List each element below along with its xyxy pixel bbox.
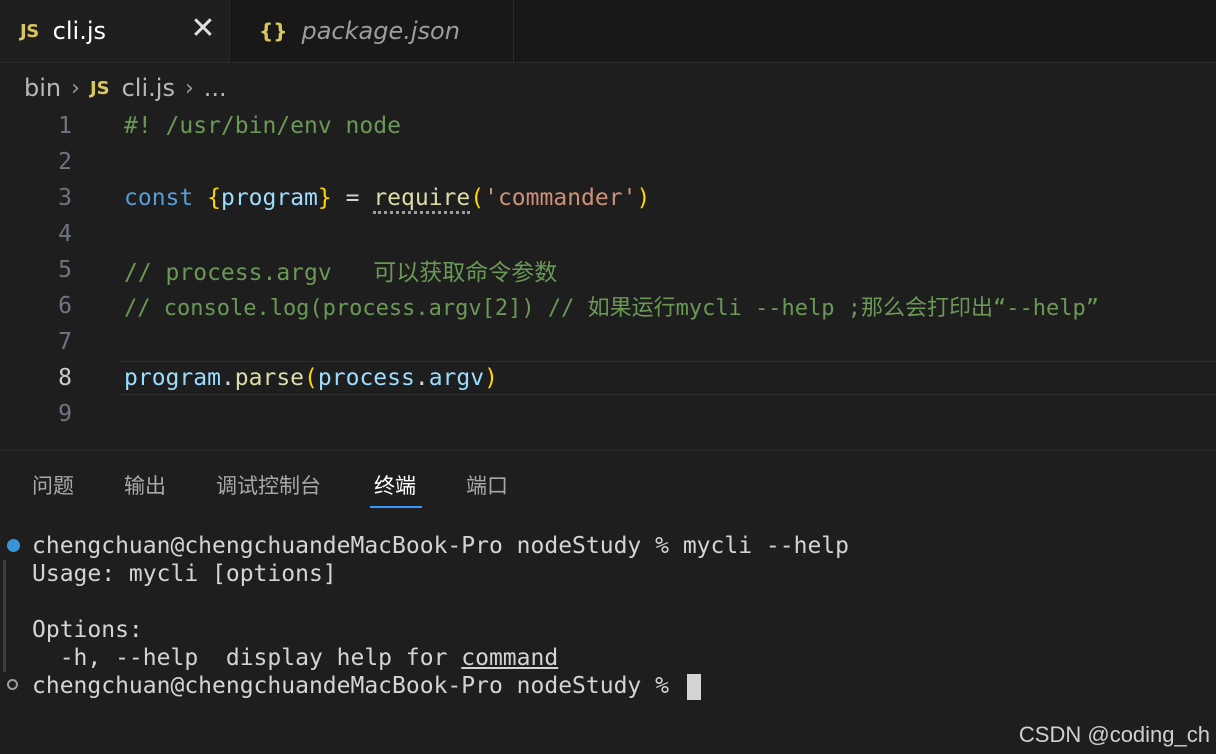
tab-terminal[interactable]: 终端 xyxy=(374,462,416,508)
brace: { xyxy=(207,185,221,211)
terminal-text: -h, --help display help for xyxy=(32,645,462,671)
line-number: 7 xyxy=(58,329,72,355)
tab-output[interactable]: 输出 xyxy=(124,462,166,508)
line-number: 6 xyxy=(58,293,72,319)
line-number: 3 xyxy=(58,185,72,211)
javascript-file-icon: JS xyxy=(20,20,39,42)
code-editor[interactable]: 1 #! /usr/bin/env node 2 3 const {progra… xyxy=(0,108,1216,448)
line-number: 8 xyxy=(58,365,72,391)
variable-program: program xyxy=(124,365,221,391)
active-tab-indicator xyxy=(370,506,422,508)
panel-divider[interactable] xyxy=(0,450,1216,451)
chevron-right-icon: › xyxy=(184,75,194,101)
line-number: 5 xyxy=(58,257,72,283)
terminal-cursor xyxy=(686,673,701,700)
keyword-const: const xyxy=(124,185,194,211)
chevron-right-icon: › xyxy=(71,75,80,101)
javascript-file-icon: JS xyxy=(89,77,110,99)
panel-tab-bar: 问题 输出 调试控制台 终端 端口 xyxy=(0,462,1216,512)
breadcrumb-file[interactable]: cli.js xyxy=(122,74,175,102)
variable-program: program xyxy=(220,185,318,211)
line-number: 4 xyxy=(58,221,72,247)
command-success-icon[interactable] xyxy=(7,539,20,552)
command-output-gutter xyxy=(3,560,6,672)
code-line: 9 xyxy=(0,396,1216,432)
close-icon[interactable]: ✕ xyxy=(188,14,218,46)
tab-label: package.json xyxy=(301,17,460,45)
terminal-prompt: chengchuan@chengchuandeMacBook-Pro nodeS… xyxy=(32,673,683,699)
editor-tab-bar: JS cli.js ✕ {} package.json xyxy=(0,0,1216,63)
dot: . xyxy=(414,365,429,391)
brace: } xyxy=(317,185,332,211)
breadcrumb-symbols[interactable]: ... xyxy=(204,74,227,102)
code-line: 4 xyxy=(0,216,1216,252)
line-code[interactable]: const {program} = require('commander') xyxy=(124,185,651,214)
line-code[interactable]: // console.log(process.argv[2]) // 如果运行m… xyxy=(124,290,1099,322)
tab-label: cli.js xyxy=(52,17,107,45)
line-number: 2 xyxy=(58,149,72,175)
function-parse: parse xyxy=(234,365,305,391)
code-line: 3 const {program} = require('commander') xyxy=(0,180,1216,216)
paren: ( xyxy=(304,365,318,391)
terminal-line: Options: xyxy=(32,617,143,643)
line-number: 9 xyxy=(58,401,72,427)
json-file-icon: {} xyxy=(259,19,288,43)
line-number: 1 xyxy=(58,113,72,139)
code-line: 2 xyxy=(0,144,1216,180)
tab-problems[interactable]: 问题 xyxy=(32,462,74,508)
property-argv: argv xyxy=(428,365,485,391)
breadcrumb: bin › JS cli.js › ... xyxy=(24,70,227,106)
breadcrumb-folder[interactable]: bin xyxy=(24,74,61,102)
dot: . xyxy=(220,365,235,391)
terminal-prompt-line: chengchuan@chengchuandeMacBook-Pro nodeS… xyxy=(32,672,701,700)
watermark: CSDN @coding_ch xyxy=(1018,722,1210,747)
paren: ) xyxy=(484,365,498,391)
function-require: require xyxy=(373,185,471,214)
paren: ) xyxy=(636,185,651,211)
command-pending-icon[interactable] xyxy=(7,679,18,690)
line-code[interactable]: #! /usr/bin/env node xyxy=(124,113,401,139)
tab-debug-console[interactable]: 调试控制台 xyxy=(216,462,321,508)
tab-cli-js[interactable]: JS cli.js ✕ xyxy=(0,0,230,62)
operator: = xyxy=(331,185,374,211)
tab-package-json[interactable]: {} package.json xyxy=(231,0,514,62)
terminal-line: Usage: mycli [options] xyxy=(32,561,337,587)
terminal-link[interactable]: command xyxy=(461,645,558,671)
code-line: 5 // process.argv 可以获取命令参数 xyxy=(0,252,1216,288)
line-code[interactable]: program.parse(process.argv) xyxy=(124,365,498,391)
terminal-line: chengchuan@chengchuandeMacBook-Pro nodeS… xyxy=(32,533,849,559)
paren: ( xyxy=(470,185,485,211)
code-line-current: 8 program.parse(process.argv) xyxy=(0,360,1216,396)
line-code[interactable]: // process.argv 可以获取命令参数 xyxy=(124,253,557,287)
code-line: 7 xyxy=(0,324,1216,360)
string-literal: 'commander' xyxy=(484,185,637,211)
code-line: 1 #! /usr/bin/env node xyxy=(0,108,1216,144)
tab-ports[interactable]: 端口 xyxy=(466,462,508,508)
code-line: 6 // console.log(process.argv[2]) // 如果运… xyxy=(0,288,1216,324)
terminal-line: -h, --help display help for command xyxy=(32,644,559,672)
variable-process: process xyxy=(317,365,415,391)
